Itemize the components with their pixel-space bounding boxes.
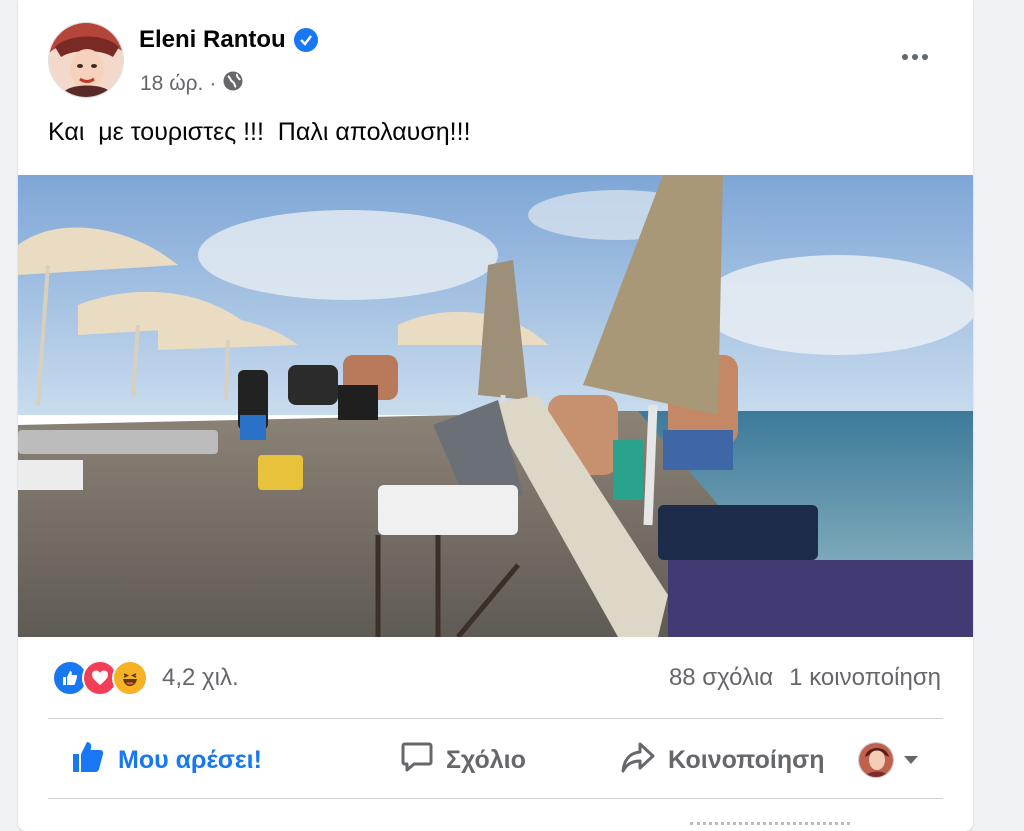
divider: [48, 718, 943, 719]
thumbs-up-icon: [70, 739, 106, 782]
reactions-summary[interactable]: 4,2 χιλ.: [52, 660, 239, 696]
verified-badge-icon: [293, 28, 318, 52]
author-avatar[interactable]: [48, 22, 124, 98]
more-options-button[interactable]: [895, 42, 935, 72]
dot-icon: [902, 54, 908, 60]
share-button[interactable]: Κοινοποίηση: [620, 722, 824, 798]
like-label: Μου αρέσει!: [118, 745, 262, 774]
next-post-preview: [690, 822, 850, 826]
page: Eleni Rantou 18 ώρ. · Και με τουριστες !…: [0, 0, 1024, 831]
shares-count[interactable]: 1 κοινοποίηση: [789, 664, 941, 692]
engagement-stats: 88 σχόλια 1 κοινοποίηση: [669, 664, 941, 692]
post-timestamp[interactable]: 18 ώρ.: [140, 72, 203, 96]
share-label: Κοινοποίηση: [668, 745, 825, 774]
comment-button[interactable]: Σχόλιο: [400, 722, 526, 798]
dot-icon: [912, 54, 918, 60]
reactions-count[interactable]: 4,2 χιλ.: [162, 664, 239, 692]
comment-label: Σχόλιο: [446, 745, 526, 774]
react-as-selector[interactable]: [858, 722, 918, 798]
user-avatar: [858, 742, 894, 778]
post-text: Και με τουριστες !!! Παλι απολαυση!!!: [48, 118, 471, 146]
comment-bubble-icon: [400, 740, 434, 781]
meta-separator: ·: [209, 72, 217, 95]
post-meta: 18 ώρ. ·: [140, 70, 244, 98]
post-photo[interactable]: [18, 175, 973, 637]
post-card: Eleni Rantou 18 ώρ. · Και με τουριστες !…: [18, 0, 973, 831]
dot-icon: [922, 54, 928, 60]
author-name-row: Eleni Rantou: [139, 26, 318, 54]
like-button[interactable]: Μου αρέσει!: [70, 722, 262, 798]
author-name[interactable]: Eleni Rantou: [139, 26, 286, 54]
chevron-down-icon: [904, 756, 918, 764]
comments-count[interactable]: 88 σχόλια: [669, 664, 773, 692]
divider: [48, 798, 943, 799]
action-bar: Μου αρέσει! Σχόλιο Κοινοποίηση: [48, 722, 943, 798]
haha-icon: [112, 660, 148, 696]
globe-icon: [222, 70, 244, 98]
share-arrow-icon: [620, 740, 656, 781]
